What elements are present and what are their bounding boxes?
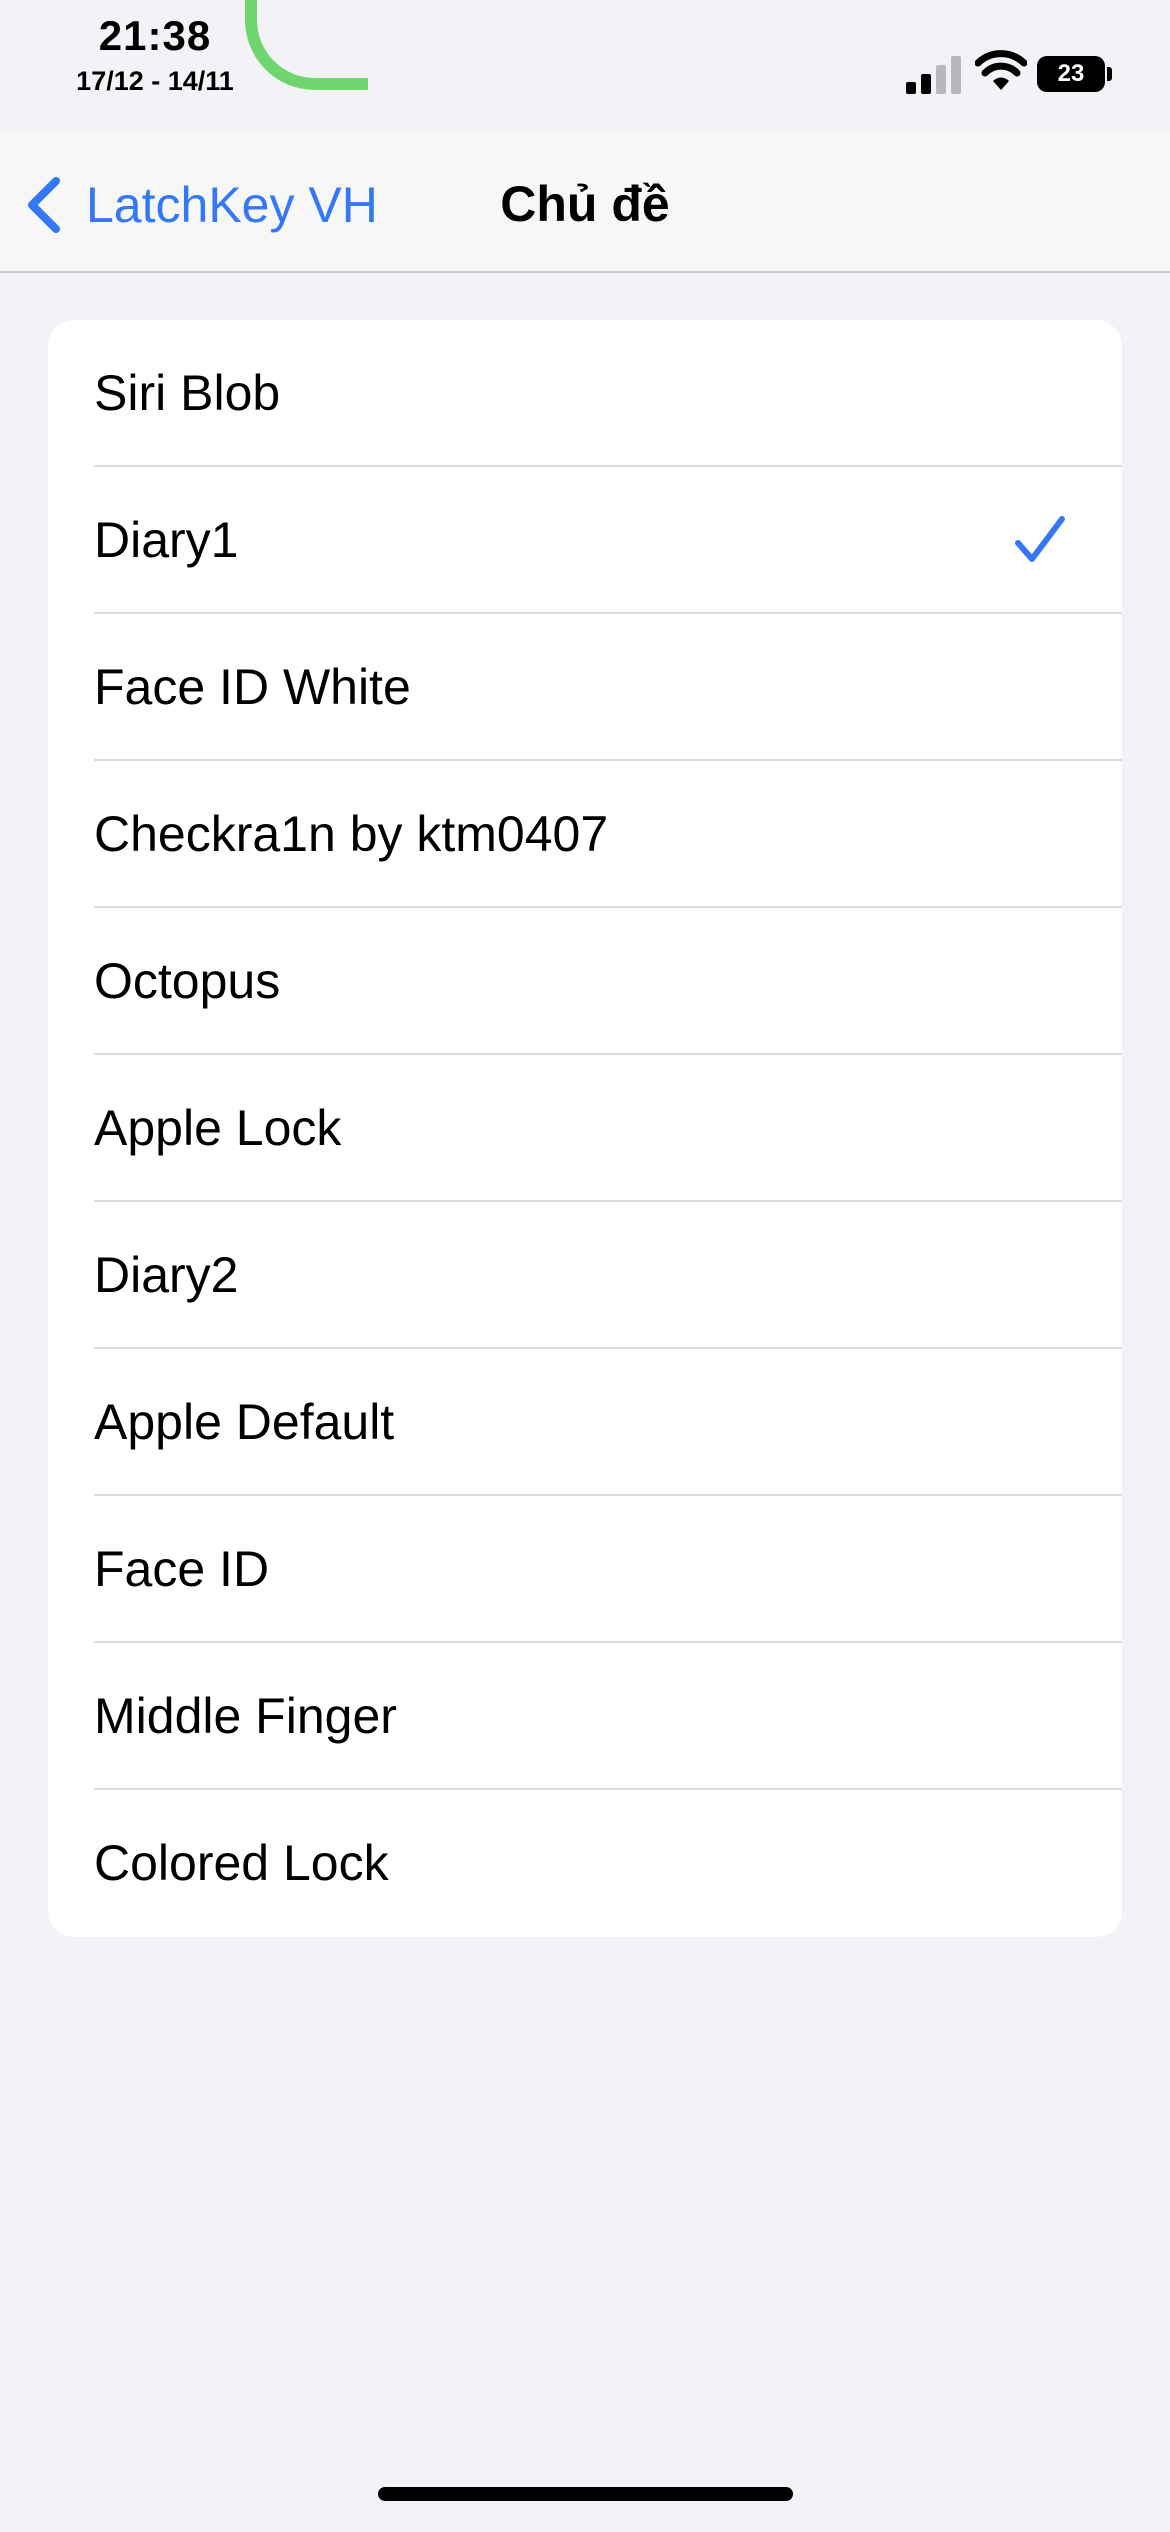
list-item-label: Face ID White <box>94 659 411 715</box>
activity-indicator-tail <box>330 78 368 90</box>
list-item-octopus[interactable]: Octopus <box>48 908 1122 1055</box>
list-item-diary1[interactable]: Diary1 <box>48 467 1122 614</box>
list-item-label: Diary1 <box>94 512 239 568</box>
signal-bar-2 <box>921 74 931 94</box>
battery-nub <box>1107 67 1112 81</box>
battery-icon: 23 <box>1037 56 1112 92</box>
cellular-signal-icon <box>906 56 961 94</box>
back-button[interactable]: LatchKey VH <box>20 170 378 240</box>
signal-bar-4 <box>951 56 961 94</box>
status-time: 21:38 <box>98 12 212 59</box>
home-indicator[interactable] <box>378 2487 793 2501</box>
list-item-label: Octopus <box>94 953 281 1009</box>
list-item-label: Checkra1n by ktm0407 <box>94 806 609 862</box>
list-item-label: Apple Default <box>94 1394 395 1450</box>
list-item-face-id[interactable]: Face ID <box>48 1496 1122 1643</box>
back-button-label: LatchKey VH <box>86 177 378 233</box>
navigation-bar: Chủ đề LatchKey VH <box>0 130 1170 273</box>
list-item-checkra1n[interactable]: Checkra1n by ktm0407 <box>48 761 1122 908</box>
list-item-face-id-white[interactable]: Face ID White <box>48 614 1122 761</box>
signal-bar-3 <box>936 65 946 94</box>
list-item-apple-lock[interactable]: Apple Lock <box>48 1055 1122 1202</box>
list-item-middle-finger[interactable]: Middle Finger <box>48 1643 1122 1790</box>
activity-indicator-arc <box>245 0 365 90</box>
status-date: 17/12 - 14/11 <box>76 66 234 96</box>
checkmark-icon <box>1015 516 1065 562</box>
wifi-icon <box>975 50 1027 90</box>
list-item-diary2[interactable]: Diary2 <box>48 1202 1122 1349</box>
screen: 21:38 17/12 - 14/11 23 Chủ đề LatchKey V… <box>0 0 1170 2532</box>
list-item-label: Apple Lock <box>94 1100 342 1156</box>
list-item-siri-blob[interactable]: Siri Blob <box>48 320 1122 467</box>
list-item-label: Face ID <box>94 1541 270 1597</box>
list-item-label: Siri Blob <box>94 365 281 421</box>
chevron-left-icon <box>28 177 60 233</box>
list-item-colored-lock[interactable]: Colored Lock <box>48 1790 1122 1937</box>
list-item-apple-default[interactable]: Apple Default <box>48 1349 1122 1496</box>
theme-list: Siri Blob Diary1 Face ID White Checkra1n… <box>48 320 1122 1937</box>
status-bar: 21:38 17/12 - 14/11 23 <box>0 0 1170 130</box>
battery-level: 23 <box>1057 60 1085 87</box>
list-item-label: Colored Lock <box>94 1835 389 1891</box>
list-item-label: Middle Finger <box>94 1688 397 1744</box>
list-item-label: Diary2 <box>94 1247 239 1303</box>
signal-bar-1 <box>906 82 916 94</box>
